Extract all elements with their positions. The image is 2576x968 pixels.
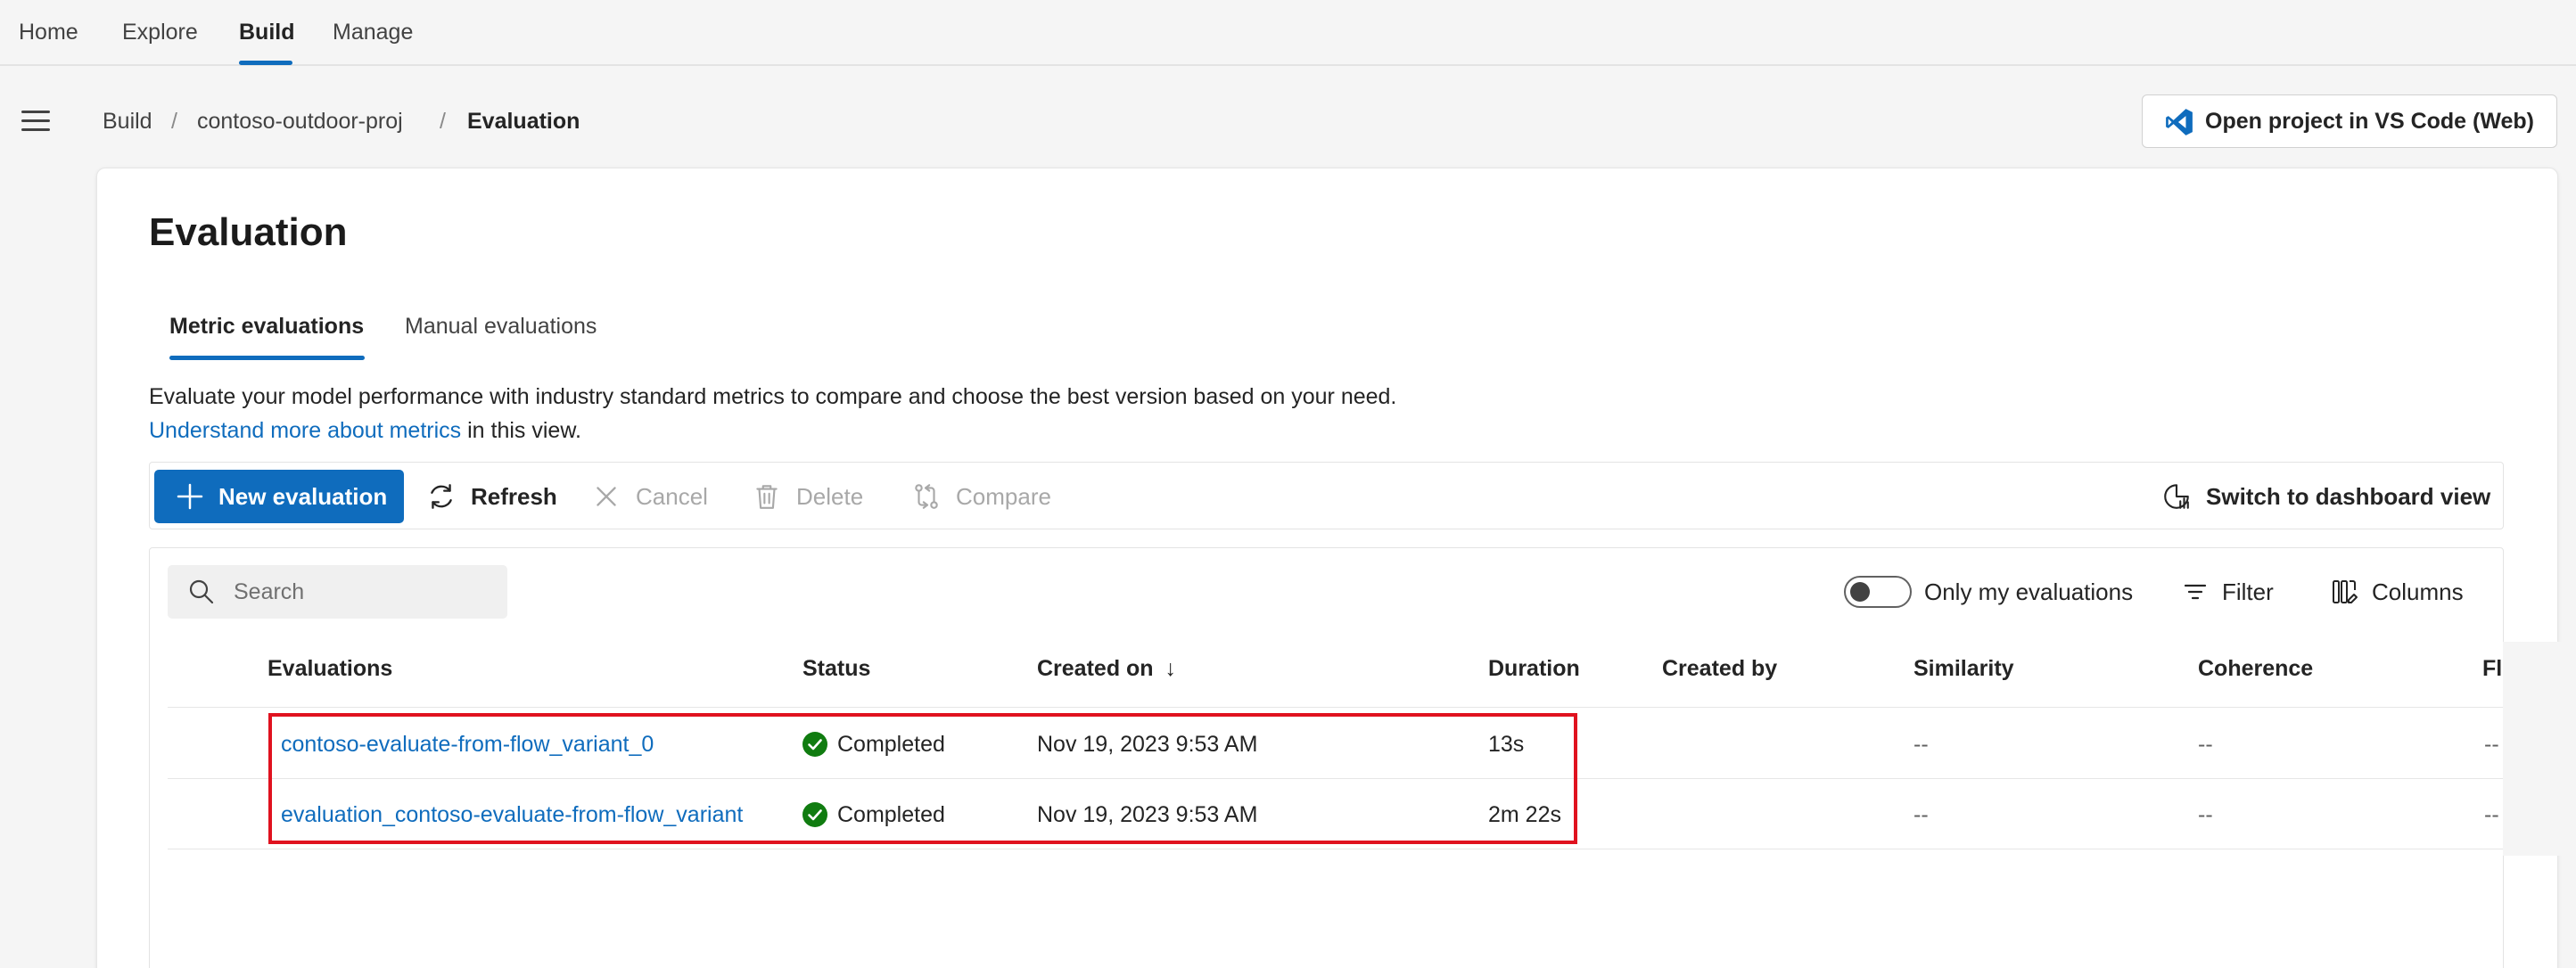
cancel-label: Cancel [636,483,708,510]
compare-icon [915,484,938,509]
similarity-cell: -- [1913,732,1929,757]
column-header-coherence[interactable]: Coherence [2198,652,2313,685]
page-title: Evaluation [149,210,348,254]
tab-active-indicator [169,356,365,360]
refresh-icon [431,484,452,509]
close-icon [597,487,616,506]
switch-dashboard-label: Switch to dashboard view [2206,483,2491,510]
breadcrumb-separator: / [171,109,177,134]
delete-label: Delete [796,483,864,510]
new-evaluation-button[interactable]: New evaluation [154,470,404,523]
filter-icon [2184,584,2207,600]
coherence-cell: -- [2198,732,2213,757]
search-input[interactable] [234,565,492,619]
fluency-cell: -- [2484,802,2499,827]
refresh-label: Refresh [471,483,557,510]
nav-manage[interactable]: Manage [333,0,413,64]
column-header-status[interactable]: Status [802,652,870,685]
description-text: Evaluate your model performance with ind… [149,384,1397,409]
highlight-box [268,713,1577,844]
breadcrumb-current: Evaluation [467,109,580,134]
similarity-cell: -- [1913,802,1929,827]
coherence-cell: -- [2198,802,2213,827]
fluency-cell: -- [2484,732,2499,757]
filter-label: Filter [2222,578,2274,605]
top-nav: Home Explore Build Manage [0,0,2576,66]
breadcrumb-project[interactable]: contoso-outdoor-proj [197,105,403,137]
columns-icon [2333,580,2358,603]
column-header-created-by[interactable]: Created by [1662,652,1777,685]
open-vscode-label: Open project in VS Code (Web) [2205,109,2535,134]
column-header-duration[interactable]: Duration [1488,652,1580,685]
toggle-knob [1850,582,1870,602]
open-vscode-button[interactable]: Open project in VS Code (Web) [2142,94,2557,148]
columns-label: Columns [2372,578,2464,605]
nav-active-indicator [239,61,292,65]
plus-icon [177,483,203,510]
tab-manual-evaluations[interactable]: Manual evaluations [405,308,597,344]
grid-clip-edge [2503,642,2576,856]
only-my-evaluations-label: Only my evaluations [1924,578,2134,605]
metrics-help-link[interactable]: Understand more about metrics [149,418,461,443]
nav-explore[interactable]: Explore [122,0,198,64]
column-header-similarity[interactable]: Similarity [1913,652,2014,685]
only-my-evaluations-toggle[interactable] [1844,576,1912,608]
tab-metric-evaluations[interactable]: Metric evaluations [169,308,364,344]
search-box[interactable] [168,565,507,619]
column-header-evaluations[interactable]: Evaluations [267,652,392,685]
header-divider [168,707,2503,708]
nav-home[interactable]: Home [19,0,78,64]
description-suffix: in this view. [467,418,581,443]
compare-label: Compare [956,483,1051,510]
breadcrumb-build[interactable]: Build [103,105,152,137]
trash-icon [756,485,778,509]
search-icon [189,579,214,604]
hamburger-menu-icon[interactable] [21,111,50,132]
breadcrumb-separator: / [440,109,446,134]
dashboard-icon [2164,484,2189,509]
nav-build[interactable]: Build [239,0,295,64]
created-on-label: Created on [1037,656,1154,681]
new-evaluation-label: New evaluation [218,483,388,510]
vscode-icon [2166,109,2193,135]
sort-descending-icon: ↓ [1165,656,1177,681]
column-header-created-on[interactable]: Created on ↓ [1037,652,1176,685]
page-description: Evaluate your model performance with ind… [149,380,1486,447]
